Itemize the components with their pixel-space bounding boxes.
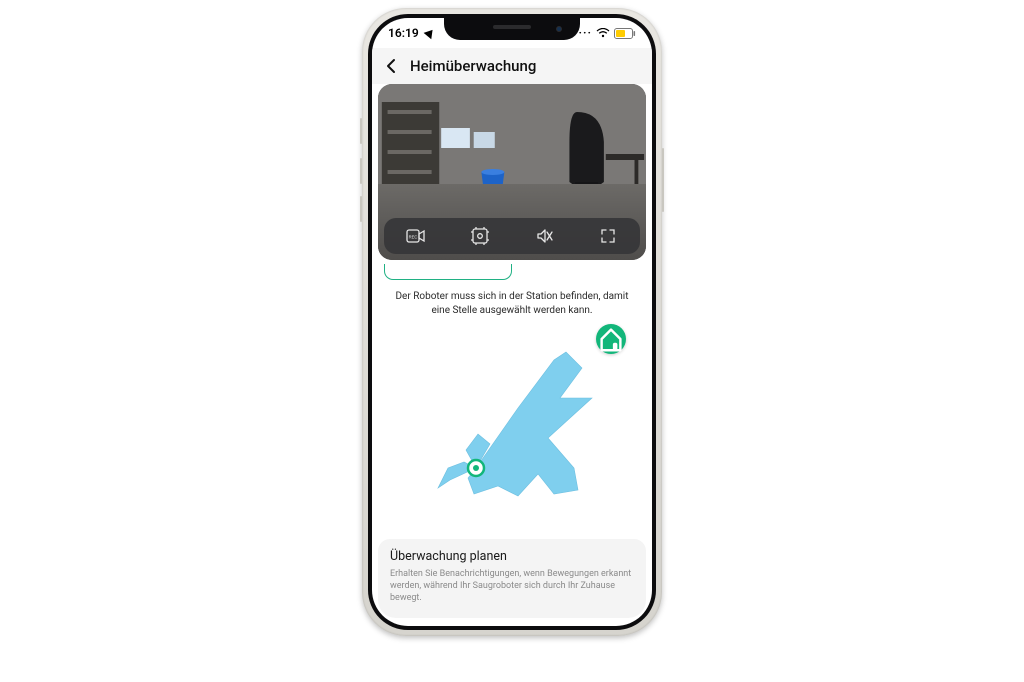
camera-feed[interactable]: REC <box>378 84 646 260</box>
plan-card-description: Erhalten Sie Benachrichtigungen, wenn Be… <box>390 568 634 604</box>
map-hint-text: Der Roboter muss sich in der Station bef… <box>388 290 636 317</box>
phone-notch <box>444 18 580 40</box>
phone-side-buttons-left <box>360 118 362 144</box>
map-area[interactable] <box>378 318 646 532</box>
front-camera <box>556 26 562 32</box>
fullscreen-icon <box>600 228 616 244</box>
dock-button[interactable] <box>596 324 626 354</box>
plan-card-title: Überwachung planen <box>390 549 634 564</box>
rec-label: REC <box>409 235 418 240</box>
back-button[interactable] <box>380 54 404 78</box>
status-bar-right: ··· <box>578 26 636 40</box>
fullscreen-button[interactable] <box>576 228 640 244</box>
mode-chip[interactable] <box>384 264 512 280</box>
robot-marker <box>468 460 484 476</box>
chevron-left-icon <box>383 57 401 75</box>
phone-side-button-right <box>662 148 664 212</box>
page-title: Heimüberwachung <box>410 57 536 75</box>
app-header: Heimüberwachung <box>372 48 652 84</box>
status-time: 16:19 <box>388 26 419 40</box>
home-dock-icon <box>596 324 626 354</box>
phone-frame: 16:19 ··· <box>362 8 662 636</box>
battery-icon <box>614 28 636 39</box>
snapshot-button[interactable] <box>448 227 512 245</box>
mute-button[interactable] <box>512 227 576 245</box>
status-bar-left: 16:19 <box>388 26 435 40</box>
wifi-icon <box>596 28 610 38</box>
phone-screen: 16:19 ··· <box>372 18 652 626</box>
record-icon: REC <box>406 228 426 244</box>
snapshot-icon <box>471 227 489 245</box>
earpiece <box>493 25 531 29</box>
cellular-dots-icon: ··· <box>578 26 592 40</box>
location-icon <box>423 27 436 40</box>
camera-toolbar: REC <box>384 218 640 254</box>
record-button[interactable]: REC <box>384 228 448 244</box>
plan-monitoring-card[interactable]: Überwachung planen Erhalten Sie Benachri… <box>378 539 646 618</box>
mute-icon <box>535 227 553 245</box>
